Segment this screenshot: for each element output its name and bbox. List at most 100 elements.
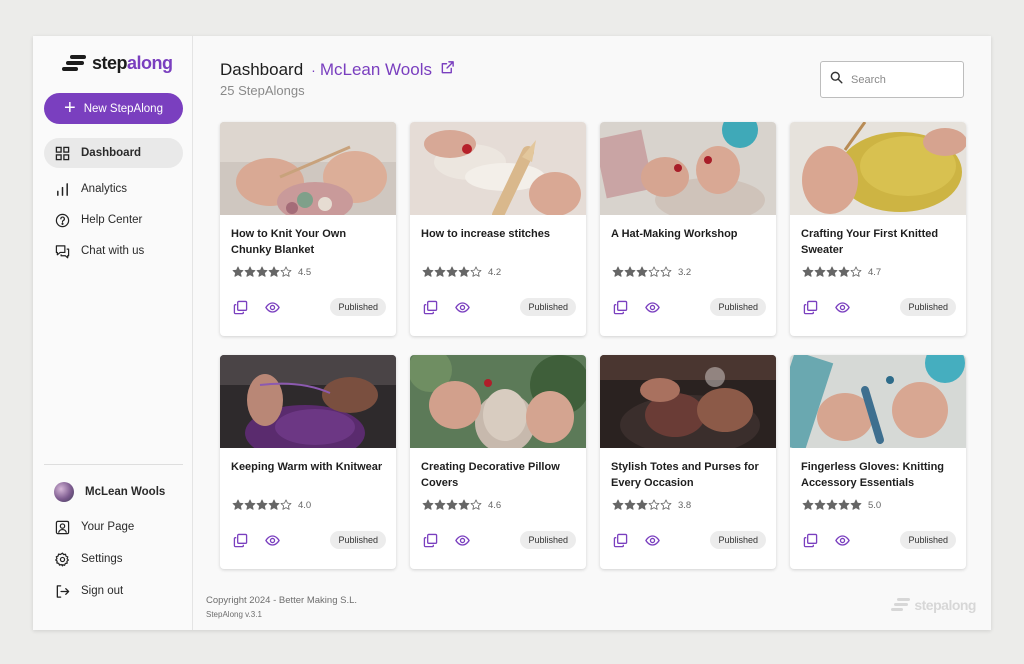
- duplicate-icon[interactable]: [611, 531, 629, 549]
- stepalong-logo[interactable]: stepalong: [62, 50, 173, 76]
- card-thumbnail[interactable]: [220, 355, 396, 448]
- stepalong-card[interactable]: How to Knit Your Own Chunky Blanket 4.5 …: [220, 122, 396, 336]
- star-filled-icon: [434, 499, 446, 510]
- logo-mark-icon: [62, 53, 88, 73]
- sidebar-item-settings[interactable]: Settings: [44, 544, 183, 574]
- card-title[interactable]: Fingerless Gloves: Knitting Accessory Es…: [801, 459, 956, 491]
- card-rating: 3.2: [612, 266, 691, 278]
- footer-logo: stepalong: [891, 597, 976, 613]
- card-actions: Published: [611, 298, 766, 316]
- card-thumbnail[interactable]: [220, 122, 396, 215]
- account-profile[interactable]: McLean Wools: [44, 477, 183, 507]
- status-badge: Published: [330, 298, 386, 316]
- stepalong-card[interactable]: Creating Decorative Pillow Covers 4.6 Pu…: [410, 355, 586, 569]
- footer-logo-text: stepalong: [914, 597, 976, 613]
- stepalong-card[interactable]: Keeping Warm with Knitwear 4.0 Published: [220, 355, 396, 569]
- preview-eye-icon[interactable]: [643, 531, 661, 549]
- star-empty-icon: [648, 266, 660, 277]
- duplicate-icon[interactable]: [421, 298, 439, 316]
- user-page-icon: [54, 519, 70, 535]
- page-title: Dashboard · McLean Wools: [220, 60, 455, 80]
- stepalong-card[interactable]: Stylish Totes and Purses for Every Occas…: [600, 355, 776, 569]
- sidebar-item-your-page[interactable]: Your Page: [44, 512, 183, 542]
- rating-value: 4.2: [488, 266, 502, 278]
- duplicate-icon[interactable]: [801, 298, 819, 316]
- star-filled-icon: [434, 266, 446, 277]
- main-content: Dashboard · McLean Wools 25 StepAlongs H…: [193, 36, 991, 630]
- external-link-icon[interactable]: [440, 60, 455, 80]
- stepalong-card[interactable]: Fingerless Gloves: Knitting Accessory Es…: [790, 355, 966, 569]
- status-badge: Published: [330, 531, 386, 549]
- card-title[interactable]: Creating Decorative Pillow Covers: [421, 459, 576, 491]
- card-title[interactable]: How to Knit Your Own Chunky Blanket: [231, 226, 386, 258]
- preview-eye-icon[interactable]: [263, 298, 281, 316]
- star-empty-icon: [660, 499, 672, 510]
- org-name-link[interactable]: McLean Wools: [320, 60, 432, 80]
- preview-eye-icon[interactable]: [643, 298, 661, 316]
- search-box[interactable]: [820, 61, 964, 98]
- duplicate-icon[interactable]: [801, 531, 819, 549]
- card-title[interactable]: Stylish Totes and Purses for Every Occas…: [611, 459, 766, 491]
- star-empty-icon: [850, 266, 862, 277]
- stepalong-card[interactable]: A Hat-Making Workshop 3.2 Published: [600, 122, 776, 336]
- card-title[interactable]: How to increase stitches: [421, 226, 576, 242]
- card-rating: 4.5: [232, 266, 311, 278]
- star-empty-icon: [660, 266, 672, 277]
- stepalong-card[interactable]: How to increase stitches 4.2 Published: [410, 122, 586, 336]
- card-title[interactable]: Crafting Your First Knitted Sweater: [801, 226, 956, 258]
- star-rating: [802, 499, 862, 511]
- card-actions: Published: [231, 298, 386, 316]
- card-thumbnail[interactable]: [790, 355, 966, 448]
- plus-icon: +: [64, 96, 76, 119]
- card-thumbnail[interactable]: [600, 355, 776, 448]
- sidebar-item-help-center[interactable]: Help Center: [44, 205, 183, 235]
- star-empty-icon: [648, 499, 660, 510]
- stepalong-card[interactable]: Crafting Your First Knitted Sweater 4.7 …: [790, 122, 966, 336]
- sidebar-item-analytics[interactable]: Analytics: [44, 174, 183, 204]
- new-stepalong-button[interactable]: + New StepAlong: [44, 93, 183, 124]
- star-filled-icon: [232, 499, 244, 510]
- duplicate-icon[interactable]: [231, 531, 249, 549]
- duplicate-icon[interactable]: [611, 298, 629, 316]
- preview-eye-icon[interactable]: [453, 531, 471, 549]
- preview-eye-icon[interactable]: [833, 298, 851, 316]
- help-circle-icon: [54, 212, 70, 228]
- rating-value: 4.6: [488, 499, 502, 511]
- sidebar-item-sign-out[interactable]: Sign out: [44, 576, 183, 606]
- preview-eye-icon[interactable]: [453, 298, 471, 316]
- card-rating: 4.6: [422, 499, 501, 511]
- star-filled-icon: [458, 266, 470, 277]
- sidebar-item-chat[interactable]: Chat with us: [44, 236, 183, 266]
- duplicate-icon[interactable]: [231, 298, 249, 316]
- rating-value: 4.7: [868, 266, 882, 278]
- star-filled-icon: [612, 266, 624, 277]
- card-thumbnail[interactable]: [600, 122, 776, 215]
- duplicate-icon[interactable]: [421, 531, 439, 549]
- rating-value: 5.0: [868, 499, 882, 511]
- card-actions: Published: [231, 531, 386, 549]
- page-title-text: Dashboard: [220, 60, 304, 79]
- star-rating: [422, 266, 482, 278]
- star-empty-icon: [280, 266, 292, 277]
- sidebar-item-label: Analytics: [81, 183, 128, 195]
- star-rating: [232, 499, 292, 511]
- chat-icon: [54, 243, 70, 259]
- star-filled-icon: [624, 266, 636, 277]
- card-title[interactable]: A Hat-Making Workshop: [611, 226, 766, 242]
- star-filled-icon: [268, 266, 280, 277]
- card-title[interactable]: Keeping Warm with Knitwear: [231, 459, 386, 475]
- star-filled-icon: [624, 499, 636, 510]
- card-thumbnail[interactable]: [410, 355, 586, 448]
- card-thumbnail[interactable]: [790, 122, 966, 215]
- grid-icon: [54, 145, 70, 161]
- sidebar-item-dashboard[interactable]: Dashboard: [44, 138, 183, 168]
- preview-eye-icon[interactable]: [263, 531, 281, 549]
- star-filled-icon: [802, 266, 814, 277]
- star-filled-icon: [826, 266, 838, 277]
- sign-out-icon: [54, 583, 70, 599]
- preview-eye-icon[interactable]: [833, 531, 851, 549]
- app-window: stepalong + New StepAlong Dashboard Anal…: [33, 36, 991, 630]
- card-thumbnail[interactable]: [410, 122, 586, 215]
- search-input[interactable]: [851, 73, 951, 86]
- star-empty-icon: [280, 499, 292, 510]
